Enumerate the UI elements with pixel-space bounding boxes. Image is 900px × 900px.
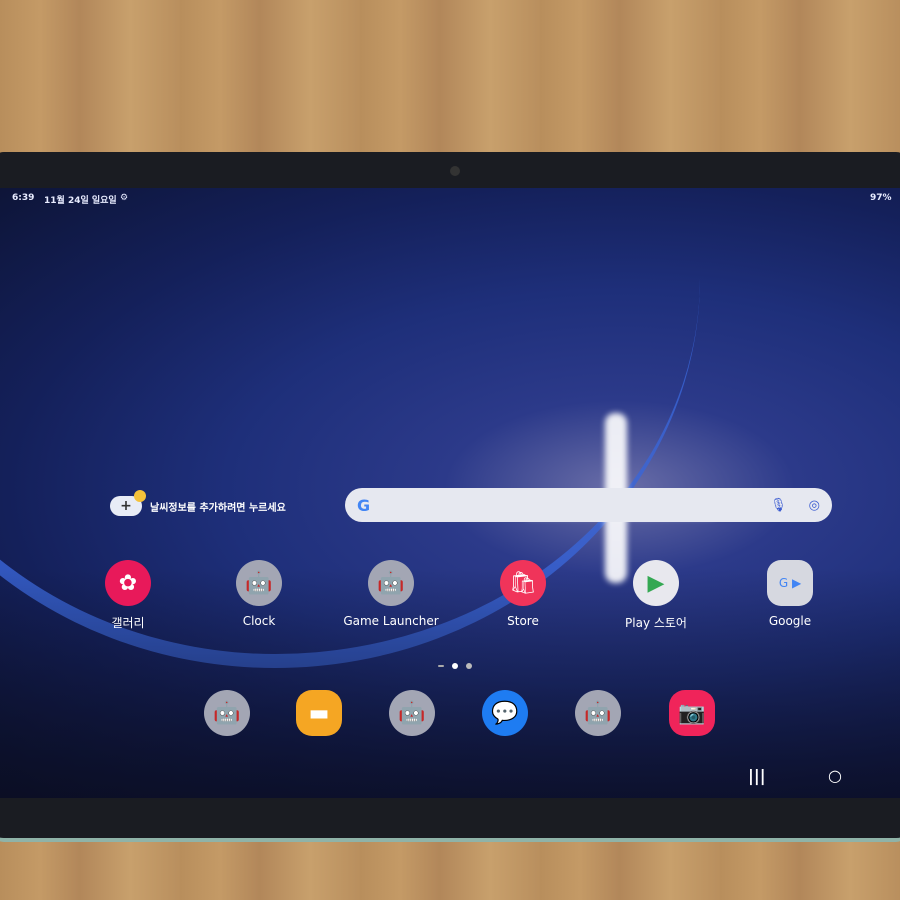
status-date: 11월 24일 일요일 (44, 196, 117, 206)
home-screen: 6:39 11월 24일 일요일 ⚙ 97% + 날씨정보를 추가하려면 누르세… (0, 188, 900, 798)
microphone-icon[interactable]: 🎙 (770, 498, 787, 513)
app-label: Clock (242, 614, 276, 628)
page-dot[interactable] (466, 663, 472, 669)
weather-widget[interactable]: + 날씨정보를 추가하려면 누르세요 (110, 490, 286, 516)
front-camera (450, 166, 460, 176)
play-store-icon: ▶ (633, 560, 679, 606)
dock-camera[interactable]: 📷 (637, 690, 747, 744)
battery-level: 97% (870, 193, 892, 203)
status-time: 6:39 (12, 193, 35, 203)
app-play-store[interactable]: ▶ Play 스토어 (601, 560, 711, 631)
app-label: 갤러리 (111, 616, 145, 630)
lens-icon[interactable]: ◎ (809, 498, 820, 513)
cloud-sun-plus-icon: + (110, 490, 146, 516)
app-label: Store (507, 614, 539, 628)
page-dot-active[interactable] (452, 663, 458, 669)
recents-button[interactable]: ||| (748, 766, 766, 785)
gear-icon[interactable]: ⚙ (120, 193, 128, 203)
app-google-folder[interactable]: G ▶ Google (735, 560, 845, 628)
google-folder-icon: G ▶ (767, 560, 813, 606)
app-gallery[interactable]: ✿ 갤러리 (73, 560, 183, 631)
android-icon: 🤖 (575, 690, 621, 736)
gallery-flower-icon: ✿ (105, 560, 151, 606)
page-indicator (438, 663, 472, 669)
page-dot[interactable] (438, 665, 444, 667)
android-icon: 🤖 (368, 560, 414, 606)
camera-icon: 📷 (669, 690, 715, 736)
android-icon: 🤖 (389, 690, 435, 736)
app-label: Google (768, 614, 812, 628)
app-store[interactable]: 🛍 Store (468, 560, 578, 628)
shopping-bag-icon: 🛍 (500, 560, 546, 606)
android-icon: 🤖 (236, 560, 282, 606)
app-label: Game Launcher (343, 614, 439, 628)
messages-icon: 💬 (482, 690, 528, 736)
android-icon: 🤖 (204, 690, 250, 736)
app-label: Play 스토어 (625, 616, 687, 630)
google-logo: G (357, 495, 371, 515)
app-game-launcher[interactable]: 🤖 Game Launcher (336, 560, 446, 628)
google-search-bar[interactable]: G 🎙 ◎ (345, 488, 832, 522)
folder-icon: ▬ (296, 690, 342, 736)
home-button[interactable]: ○ (828, 766, 842, 785)
weather-prompt: 날씨정보를 추가하려면 누르세요 (150, 502, 286, 514)
app-clock[interactable]: 🤖 Clock (204, 560, 314, 628)
